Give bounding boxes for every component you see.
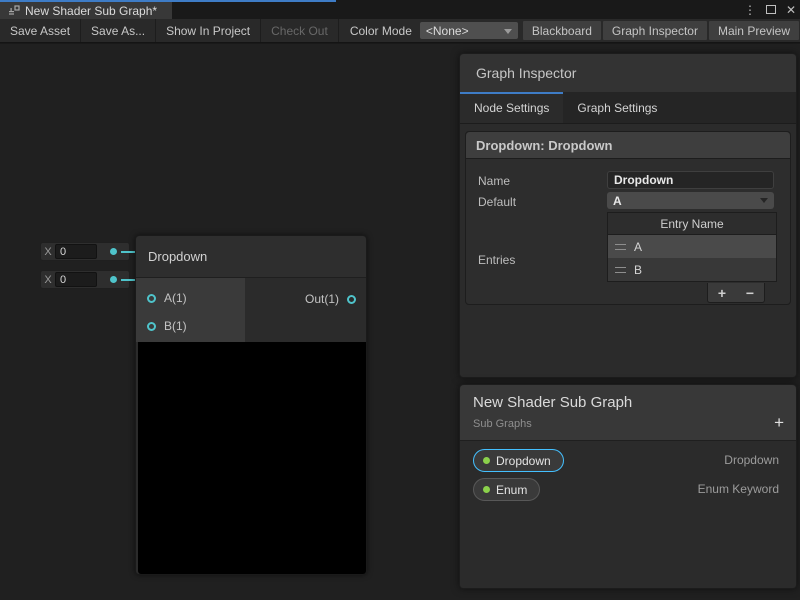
node-settings-section: Dropdown: Dropdown Name Dropdown Default… xyxy=(465,131,791,305)
color-mode-value: <None> xyxy=(426,24,469,38)
document-tab[interactable]: New Shader Sub Graph* xyxy=(0,2,172,19)
save-as-button[interactable]: Save As... xyxy=(81,19,156,42)
color-mode-dropdown[interactable]: <None> xyxy=(420,22,518,39)
blackboard-subtitle: Sub Graphs xyxy=(473,418,532,430)
tab-node-settings[interactable]: Node Settings xyxy=(460,92,563,123)
pill-label: Enum xyxy=(496,483,527,497)
drag-handle-icon[interactable] xyxy=(615,244,626,250)
axis-label: X xyxy=(41,274,55,286)
chevron-down-icon xyxy=(760,198,768,203)
maximize-icon[interactable] xyxy=(766,5,776,14)
port-a: A(1) xyxy=(147,291,187,305)
close-icon[interactable]: ✕ xyxy=(786,4,796,16)
entries-header: Entry Name xyxy=(608,213,776,235)
entry-row-a[interactable]: A xyxy=(608,235,776,258)
input-b-value-widget: X 0 xyxy=(40,270,130,289)
pill-label: Dropdown xyxy=(496,454,551,468)
remove-entry-button[interactable]: − xyxy=(746,285,754,301)
port-out-icon[interactable] xyxy=(347,295,356,304)
kebab-menu-icon[interactable]: ⋮ xyxy=(744,4,756,16)
blackboard-title: New Shader Sub Graph xyxy=(473,394,632,411)
entry-row-b[interactable]: B xyxy=(608,258,776,281)
name-label: Name xyxy=(478,174,510,188)
name-input[interactable]: Dropdown xyxy=(607,171,774,189)
port-out: Out(1) xyxy=(305,292,356,306)
graph-inspector-panel: Graph Inspector Node Settings Graph Sett… xyxy=(459,53,797,378)
shader-graph-icon xyxy=(8,5,20,17)
toolbar-right-group: Color Mode <None> Blackboard Graph Inspe… xyxy=(342,19,800,42)
enum-property-pill[interactable]: Enum xyxy=(473,478,540,501)
default-dropdown[interactable]: A xyxy=(607,192,774,209)
axis-label: X xyxy=(41,246,55,258)
inspector-tabs: Node Settings Graph Settings xyxy=(460,92,796,124)
shader-graph-window: New Shader Sub Graph* ⋮ ✕ Save Asset Sav… xyxy=(0,0,800,600)
node-preview xyxy=(138,342,366,574)
port-b: B(1) xyxy=(147,319,187,333)
chevron-down-icon xyxy=(504,29,512,34)
window-controls: ⋮ ✕ xyxy=(744,0,796,19)
default-value: A xyxy=(613,194,622,208)
inspector-title[interactable]: Graph Inspector xyxy=(460,54,796,92)
tab-graph-settings[interactable]: Graph Settings xyxy=(563,92,671,123)
connector-dot-icon[interactable] xyxy=(110,248,117,255)
node-title[interactable]: Dropdown xyxy=(136,236,366,278)
color-mode-label: Color Mode xyxy=(342,19,420,42)
check-out-button: Check Out xyxy=(261,19,339,42)
entries-label: Entries xyxy=(478,253,515,267)
port-a-icon[interactable] xyxy=(147,294,156,303)
input-a-number-field[interactable]: 0 xyxy=(55,244,97,259)
show-in-project-button[interactable]: Show In Project xyxy=(156,19,261,42)
add-entry-button[interactable]: + xyxy=(718,285,726,301)
connector-dot-icon[interactable] xyxy=(110,276,117,283)
blackboard-header[interactable]: New Shader Sub Graph Sub Graphs + xyxy=(460,385,796,441)
graph-inspector-toggle-button[interactable]: Graph Inspector xyxy=(603,21,707,40)
drag-handle-icon[interactable] xyxy=(615,267,626,273)
blackboard-row-enum: Enum Enum Keyword xyxy=(460,478,796,501)
port-out-label: Out(1) xyxy=(305,292,339,306)
input-b-number-field[interactable]: 0 xyxy=(55,272,97,287)
node-body: A(1) B(1) Out(1) xyxy=(136,278,366,342)
save-asset-button[interactable]: Save Asset xyxy=(0,19,81,42)
titlebar: New Shader Sub Graph* ⋮ ✕ xyxy=(0,0,800,19)
add-property-button[interactable]: + xyxy=(774,414,784,431)
keyword-dot-icon xyxy=(483,457,490,464)
property-type-label: Dropdown xyxy=(724,453,779,467)
port-b-label: B(1) xyxy=(164,319,187,333)
entry-row-label: B xyxy=(634,263,642,277)
document-tab-label: New Shader Sub Graph* xyxy=(25,4,157,18)
blackboard-row-dropdown: Dropdown Dropdown xyxy=(460,449,796,472)
blackboard-panel: New Shader Sub Graph Sub Graphs + Dropdo… xyxy=(459,384,797,589)
section-title: Dropdown: Dropdown xyxy=(466,132,790,159)
input-a-value-widget: X 0 xyxy=(40,242,130,261)
property-type-label: Enum Keyword xyxy=(698,482,779,496)
port-b-icon[interactable] xyxy=(147,322,156,331)
main-preview-toggle-button[interactable]: Main Preview xyxy=(709,21,799,40)
blackboard-toggle-button[interactable]: Blackboard xyxy=(523,21,601,40)
entries-list-footer: + − xyxy=(707,283,765,303)
entries-table: Entry Name A B xyxy=(607,212,777,282)
dropdown-node[interactable]: Dropdown A(1) B(1) Out(1) xyxy=(135,235,367,575)
dropdown-property-pill[interactable]: Dropdown xyxy=(473,449,564,472)
default-label: Default xyxy=(478,195,516,209)
keyword-dot-icon xyxy=(483,486,490,493)
port-a-label: A(1) xyxy=(164,291,187,305)
toolbar: Save Asset Save As... Show In Project Ch… xyxy=(0,19,800,43)
entry-row-label: A xyxy=(634,240,642,254)
